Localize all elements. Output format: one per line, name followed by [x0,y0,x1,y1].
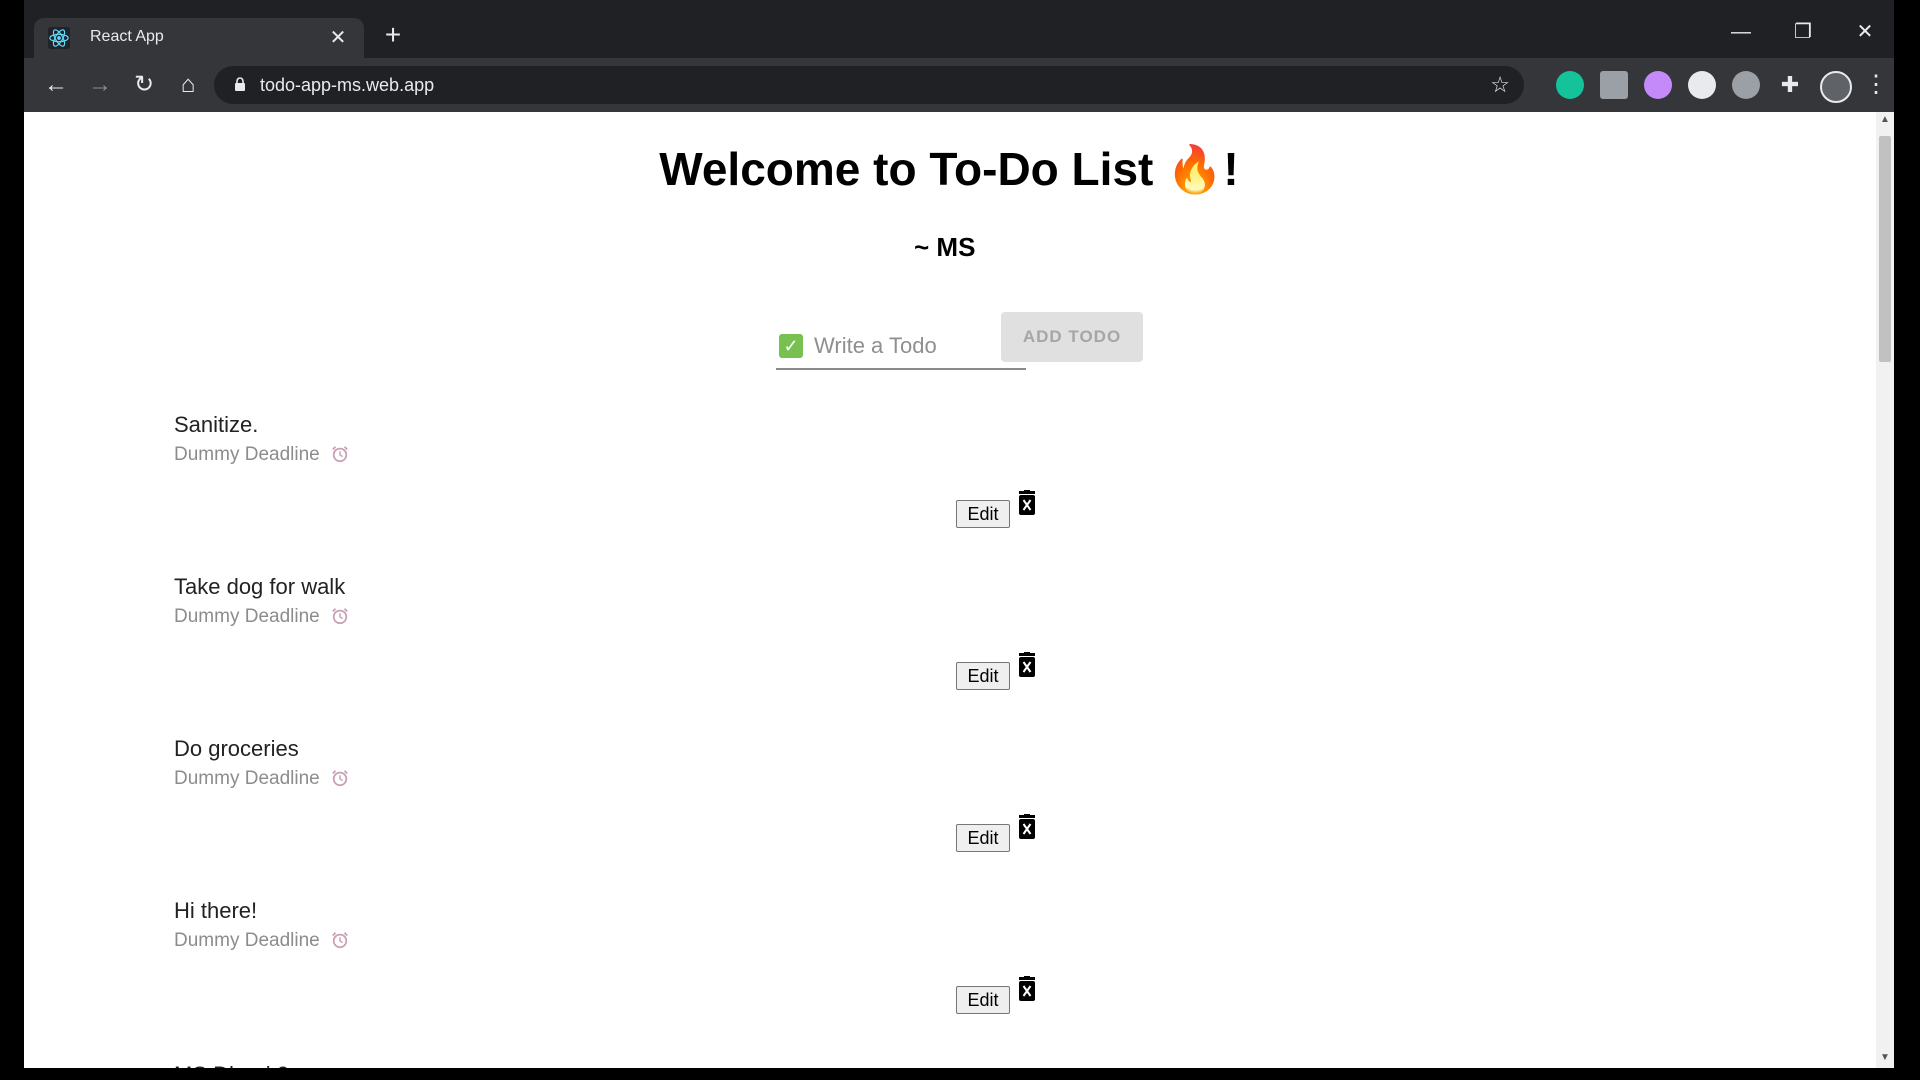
deadline-label: Dummy Deadline [174,606,320,627]
list-item: Take dog for walk Dummy Deadline Edit [174,574,1374,734]
alarm-clock-icon [332,770,348,787]
new-tab-button[interactable]: + [376,18,410,52]
edit-button[interactable]: Edit [956,500,1010,528]
deadline-label: Dummy Deadline [174,930,320,951]
home-button[interactable]: ⌂ [170,67,206,103]
extension-icon[interactable] [1732,71,1760,99]
todo-text: Do groceries [174,736,299,761]
todo-deadline: Dummy Deadline [174,606,349,628]
delete-icon[interactable] [1016,652,1038,678]
todo-text: Take dog for walk [174,574,346,599]
grammarly-icon[interactable] [1556,71,1584,99]
delete-icon[interactable] [1016,490,1038,516]
list-item: Do groceries Dummy Deadline Edit [174,736,1374,896]
todo-deadline: Dummy Deadline [174,444,349,466]
url-text: todo-app-ms.web.app [260,75,435,95]
browser-menu-icon[interactable]: ⋮ [1858,67,1894,103]
extension-icon[interactable] [1600,71,1628,99]
minimize-button[interactable]: — [1714,14,1768,50]
todo-input[interactable] [812,330,1026,362]
extensions-puzzle-icon[interactable]: ✚ [1776,71,1804,99]
reload-button[interactable]: ↻ [126,67,162,103]
scrollbar-thumb[interactable] [1879,136,1891,362]
deadline-label: Dummy Deadline [174,768,320,789]
add-todo-button[interactable]: ADD TODO [1001,312,1143,362]
close-window-button[interactable]: ✕ [1838,14,1892,50]
back-button[interactable]: ← [38,67,74,103]
scroll-down-arrow-icon[interactable]: ▼ [1876,1052,1894,1066]
edit-button[interactable]: Edit [956,986,1010,1014]
deadline-label: Dummy Deadline [174,444,320,465]
tab-title: React App [90,28,164,45]
edit-button[interactable]: Edit [956,824,1010,852]
list-item: Hi there! Dummy Deadline Edit [174,898,1374,1058]
browser-window: React App ✕ + — ❐ ✕ ← → ↻ ⌂ todo-app-ms.… [24,0,1894,1068]
page-subtitle: ~ MS [914,232,976,262]
tab-close-icon[interactable]: ✕ [326,25,350,50]
list-item: Sanitize. Dummy Deadline Edit [174,412,1374,572]
react-logo-icon [48,27,70,49]
alarm-clock-icon [332,608,348,625]
todo-text: Hi there! [174,898,258,923]
page-title: Welcome to To-Do List 🔥! [659,143,1239,195]
todo-text: Sanitize. [174,412,259,437]
todo-deadline: Dummy Deadline [174,930,349,952]
tab-react-app[interactable]: React App ✕ [34,18,364,58]
restore-button[interactable]: ❐ [1776,14,1830,50]
todo-deadline: Dummy Deadline [174,768,349,790]
address-bar[interactable]: todo-app-ms.web.app ☆ [214,66,1524,104]
extension-icon[interactable] [1688,71,1716,99]
page-viewport: Welcome to To-Do List 🔥! ~ MS ✓ ADD TODO… [24,112,1894,1068]
scroll-up-arrow-icon[interactable]: ▲ [1876,114,1894,128]
alarm-clock-icon [332,932,348,949]
lock-icon [235,77,245,91]
delete-icon[interactable] [1016,976,1038,1002]
delete-icon[interactable] [1016,814,1038,840]
profile-avatar-icon[interactable] [1820,71,1852,103]
browser-toolbar: ← → ↻ ⌂ todo-app-ms.web.app ☆ ✚ ⋮ [24,58,1894,112]
forward-button[interactable]: → [82,67,118,103]
edit-button[interactable]: Edit [956,662,1010,690]
bookmark-star-icon[interactable]: ☆ [1490,72,1510,98]
todo-text-partial: MS Dhoni 2 [174,1062,289,1068]
scrollbar[interactable]: ▲ ▼ [1876,112,1894,1068]
alarm-clock-icon [332,446,348,463]
extension-icon[interactable] [1644,71,1672,99]
tab-strip: React App ✕ + — ❐ ✕ [24,0,1894,58]
checkmark-icon: ✓ [779,334,803,358]
todo-input-container: ✓ [776,310,1026,370]
